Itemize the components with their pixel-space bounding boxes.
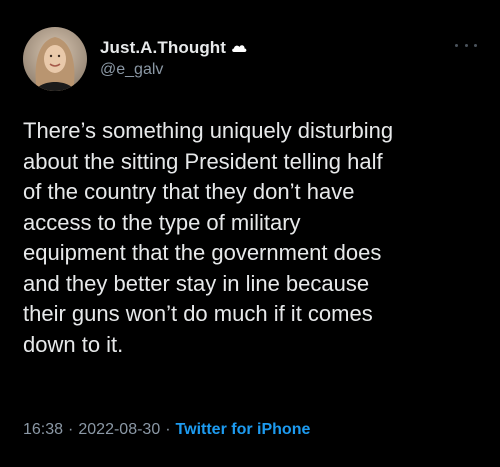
author-name-row[interactable]: Just.A.Thought (100, 37, 248, 59)
tweet-date[interactable]: 2022-08-30 (78, 421, 160, 439)
meta-separator: · (165, 421, 171, 438)
cloud-emoji-icon (230, 39, 248, 57)
tweet-card: Just.A.Thought @e_galv There’s something… (0, 0, 500, 467)
more-options-icon[interactable] (455, 40, 477, 50)
meta-separator: · (68, 421, 74, 438)
profile-photo-icon (23, 27, 87, 91)
tweet-time[interactable]: 16:38 (23, 421, 63, 439)
author-handle[interactable]: @e_galv (100, 61, 163, 79)
tweet-metadata: 16:38 · 2022-08-30 · Twitter for iPhone (23, 421, 310, 439)
avatar[interactable] (23, 27, 87, 91)
display-name[interactable]: Just.A.Thought (100, 38, 226, 58)
tweet-text: There’s something uniquely disturbing ab… (23, 118, 394, 357)
tweet-source-link[interactable]: Twitter for iPhone (176, 421, 311, 439)
